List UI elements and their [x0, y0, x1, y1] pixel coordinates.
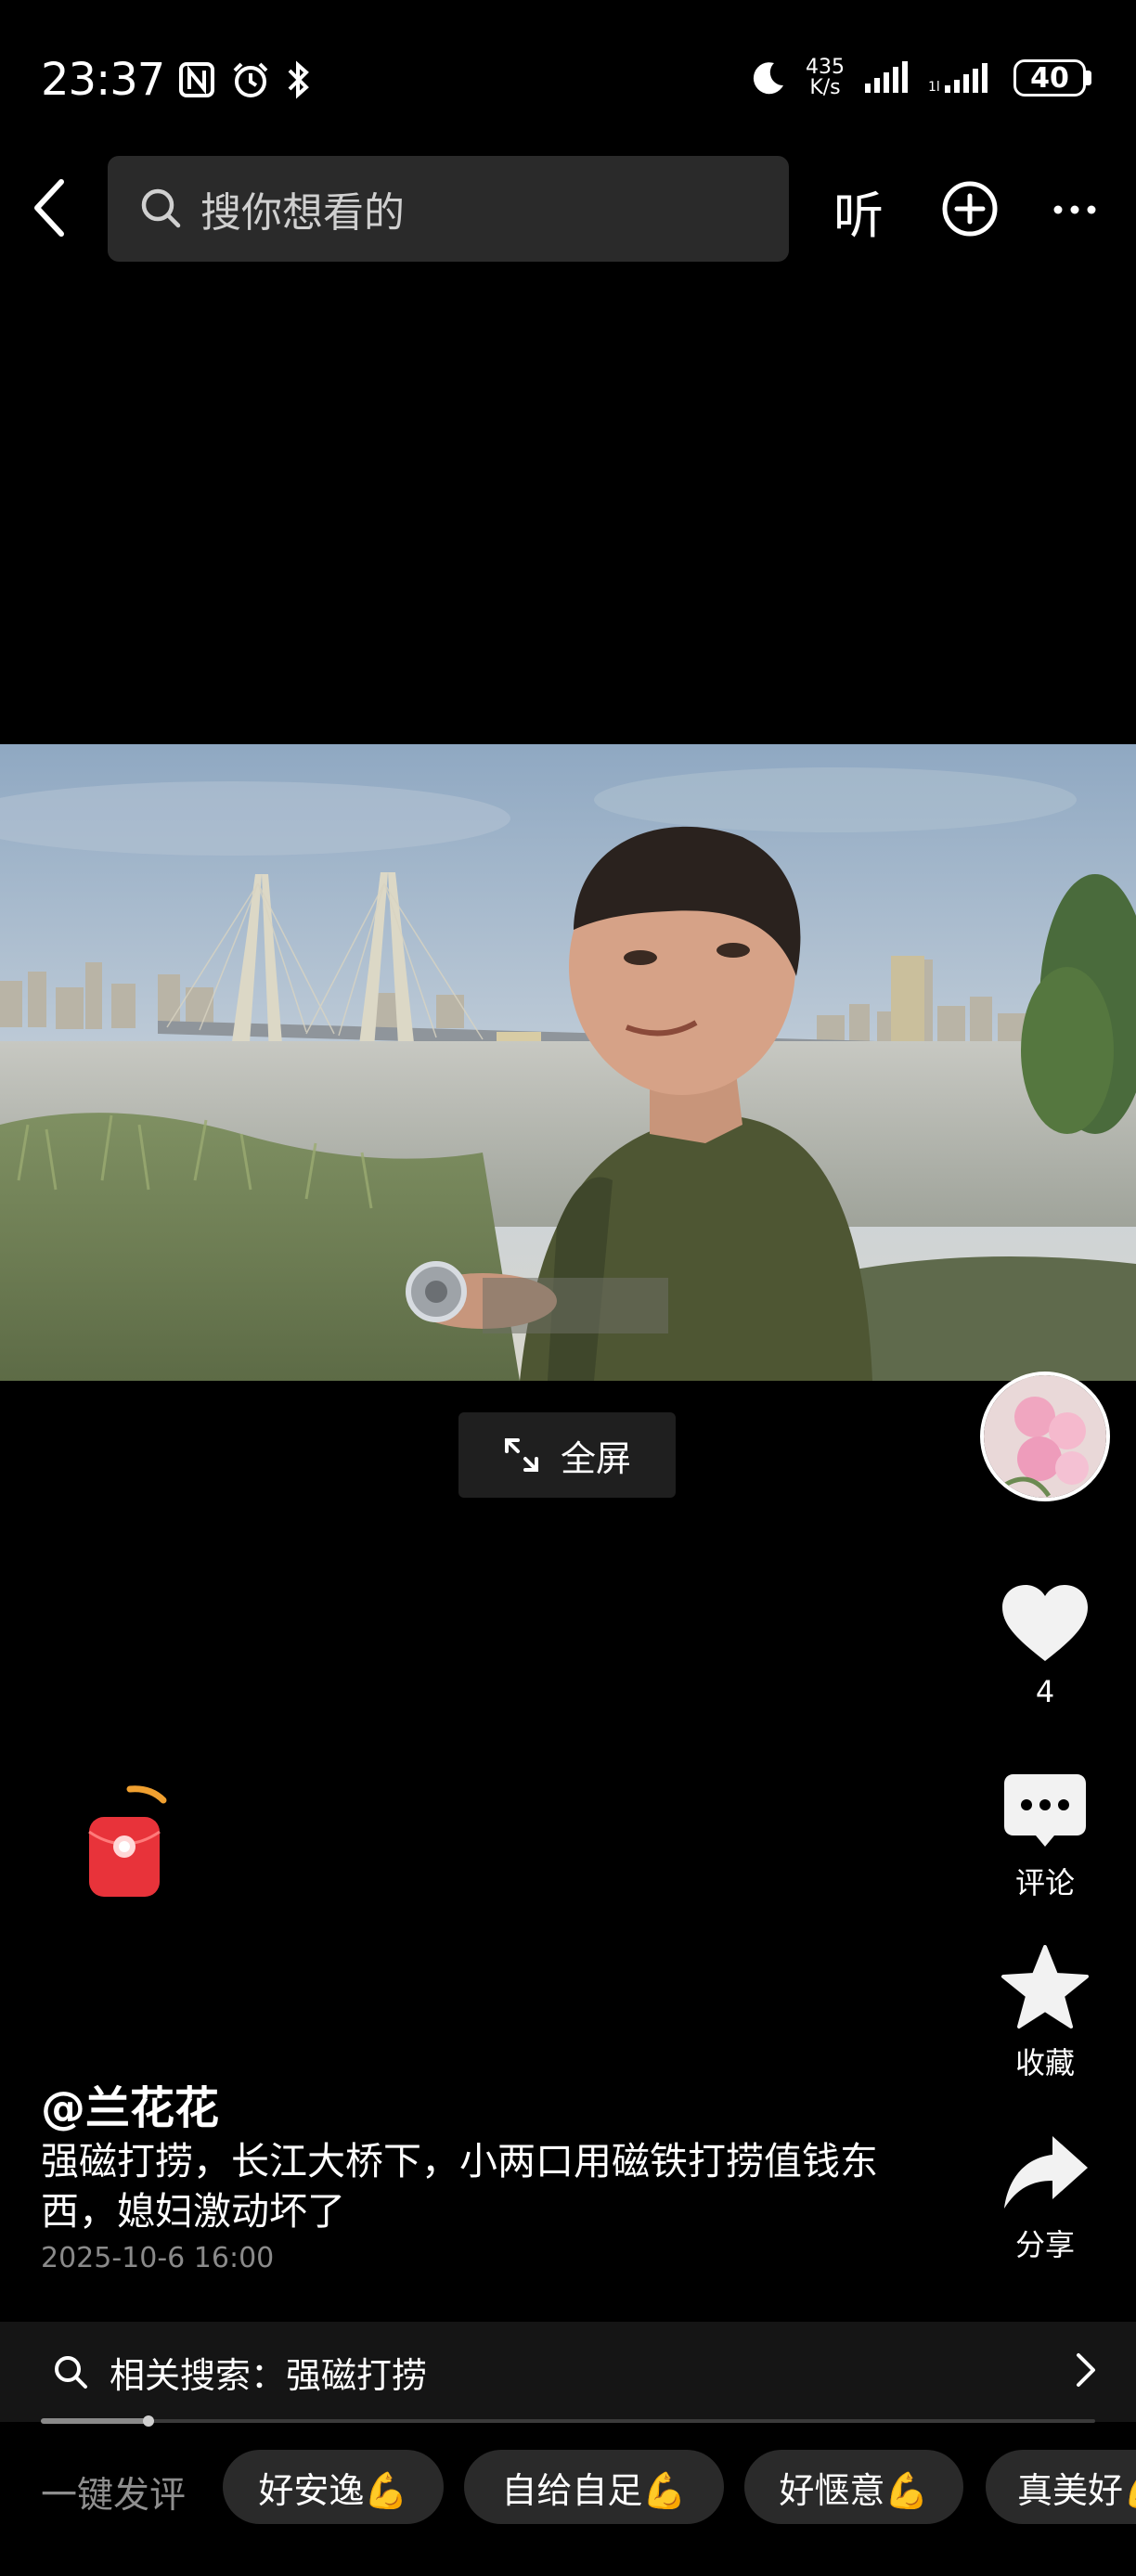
- search-input[interactable]: 搜你想看的: [108, 156, 789, 262]
- search-icon: [55, 2356, 87, 2389]
- quick-comment-chip[interactable]: 自给自足💪: [464, 2450, 724, 2524]
- related-search-text: 相关搜索：强磁打捞: [110, 2354, 428, 2396]
- share-label: 分享: [1014, 2227, 1075, 2262]
- post-description: 强磁打捞，长江大桥下，小两口用磁铁打捞值钱东西，媳妇激动坏了: [41, 2139, 878, 2234]
- progress-track[interactable]: [41, 2419, 1095, 2423]
- quick-comment-label: 一键发评: [41, 2475, 187, 2517]
- bluetooth-icon: [288, 60, 309, 99]
- status-right: 435 K/s 1l 40: [750, 58, 1091, 98]
- comment-label: 评论: [1014, 1865, 1075, 1900]
- alarm-icon: [233, 62, 268, 97]
- comment-icon: [1004, 1774, 1086, 1847]
- share-button[interactable]: 分享: [980, 2132, 1110, 2264]
- video-frame: [0, 744, 1136, 1381]
- status-left-icons: [178, 59, 312, 100]
- moon-icon: [753, 62, 783, 95]
- signal-2-icon: 1l: [928, 63, 988, 95]
- progress-fill: [41, 2418, 148, 2424]
- video-player[interactable]: [0, 744, 1136, 1381]
- progress-handle[interactable]: [143, 2415, 154, 2427]
- like-button[interactable]: 4: [980, 1583, 1110, 1709]
- chevron-right-icon: [1077, 2353, 1095, 2387]
- red-packet-button[interactable]: [80, 1782, 173, 1906]
- expand-icon: [504, 1438, 538, 1472]
- fullscreen-label: 全屏: [560, 1437, 631, 1479]
- net-speed: 435 K/s: [806, 58, 845, 98]
- more-icon: [1053, 205, 1096, 214]
- favorite-label: 收藏: [1014, 2045, 1075, 2080]
- comment-button[interactable]: 评论: [980, 1772, 1110, 1902]
- listen-button[interactable]: 听: [833, 174, 884, 248]
- quick-comment-chip[interactable]: 真美好💪: [986, 2450, 1136, 2524]
- author-avatar[interactable]: [980, 1372, 1110, 1501]
- battery-tip: [1086, 71, 1091, 85]
- signal-icon: [865, 61, 908, 93]
- search-placeholder: 搜你想看的: [200, 189, 405, 237]
- status-time: 23:37: [41, 54, 165, 106]
- favorite-button[interactable]: 收藏: [980, 1945, 1110, 2082]
- search-icon: [141, 188, 181, 228]
- more-button[interactable]: [1051, 180, 1099, 248]
- author-name[interactable]: @兰花花: [41, 2071, 219, 2136]
- share-arrow-icon: [1004, 2136, 1088, 2209]
- net-speed-value: 435: [806, 56, 845, 79]
- fullscreen-button[interactable]: 全屏: [458, 1412, 676, 1498]
- red-packet-icon: [88, 1785, 167, 1897]
- quick-comment-chip[interactable]: 好惬意💪: [744, 2450, 963, 2524]
- chevron-left-icon: [34, 179, 64, 237]
- heart-icon: [1002, 1585, 1088, 1661]
- net-speed-unit: K/s: [809, 76, 841, 99]
- like-count: 4: [1035, 1674, 1055, 1709]
- svg-text:1l: 1l: [928, 80, 940, 95]
- related-search-bar[interactable]: 相关搜索：强磁打捞: [0, 2322, 1136, 2422]
- plus-circle-icon: [942, 181, 998, 237]
- nfc-icon: [179, 62, 214, 97]
- add-button[interactable]: [941, 180, 999, 241]
- avatar-image: [984, 1375, 1106, 1498]
- battery-level: 40: [1013, 59, 1086, 97]
- star-icon: [1001, 1945, 1089, 2029]
- quick-comment-chip[interactable]: 好安逸💪: [223, 2450, 444, 2524]
- post-date: 2025-10-6 16:00: [41, 2242, 275, 2274]
- battery-indicator: 40: [1013, 59, 1091, 97]
- back-button[interactable]: [24, 174, 76, 241]
